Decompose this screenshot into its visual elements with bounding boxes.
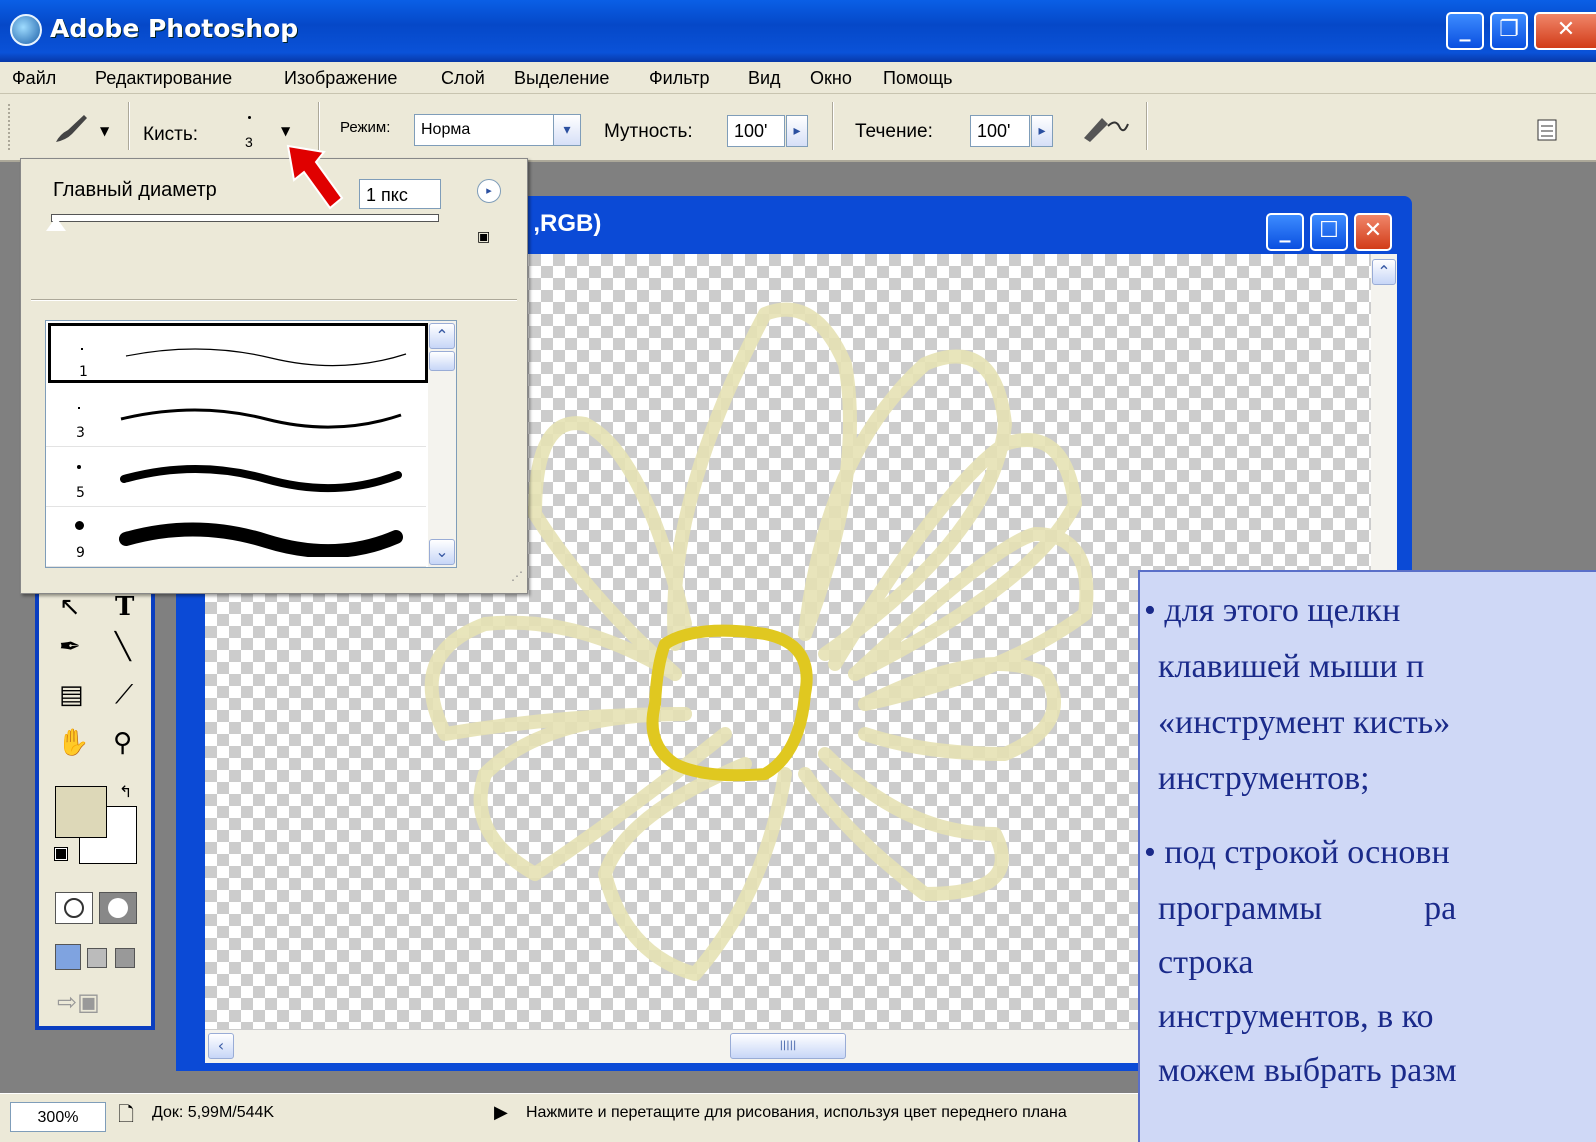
opacity-label: Мутность: xyxy=(604,121,693,142)
doc-minimize-button[interactable]: _ xyxy=(1266,213,1304,251)
swap-colors-icon[interactable]: ↰ xyxy=(119,782,132,801)
resize-grip-icon[interactable]: ⋰ xyxy=(511,569,523,583)
brush-preset-list: 1 3 5 9 ⌃ ⌄ xyxy=(45,320,457,568)
menu-image[interactable]: Изображение xyxy=(284,62,397,94)
brush-picker-arrow-icon[interactable]: ▼ xyxy=(281,124,290,138)
slide-line-2: клавишей мыши п xyxy=(1158,648,1425,685)
brush-tool-icon[interactable] xyxy=(50,112,90,146)
master-diameter-label: Главный диаметр xyxy=(53,179,217,201)
brush-preset-size: 5 xyxy=(76,485,85,501)
toolbox: ↖ T ✒ ╲ ▤ ⟋ ✋ ⚲ ↰ ⇨▣ xyxy=(35,560,155,1030)
foreground-color-swatch[interactable] xyxy=(55,786,107,838)
scroll-up-icon[interactable]: ⌃ xyxy=(1372,259,1396,285)
document-title: l ,RGB) xyxy=(520,210,602,237)
line-tool-icon[interactable]: ╲ xyxy=(115,632,131,662)
slide-line-9: можем выбрать разм xyxy=(1158,1052,1457,1089)
options-bar: ▼ Кисть: 3 ▼ Режим: Норма ▾ Мутность: 10… xyxy=(0,94,1596,162)
zoom-value: 300% xyxy=(37,1109,79,1126)
slide-line-1: • для этого щелкн xyxy=(1144,592,1401,629)
brush-preset-1[interactable]: 1 xyxy=(48,323,428,383)
chevron-down-icon[interactable]: ▼ xyxy=(100,124,109,138)
photoshop-app-icon xyxy=(10,14,42,46)
window-title: Adobe Photoshop xyxy=(50,14,299,43)
brush-preset-9[interactable]: 9 xyxy=(46,507,426,567)
popup-menu-icon[interactable]: ▸ xyxy=(477,179,501,203)
menu-select[interactable]: Выделение xyxy=(514,62,609,94)
slide-line-6: программы ра xyxy=(1158,890,1457,927)
zoom-tool-icon[interactable]: ⚲ xyxy=(113,728,132,758)
scroll-left-icon[interactable]: ‹ xyxy=(208,1033,234,1059)
slide-line-3: «инструмент кисть» xyxy=(1158,704,1451,741)
standard-mode-icon[interactable] xyxy=(55,892,93,924)
pen-tool-icon[interactable]: ✒ xyxy=(59,632,81,662)
zoom-field[interactable]: 300% xyxy=(10,1102,106,1132)
menu-edit[interactable]: Редактирование xyxy=(95,62,232,94)
opacity-field[interactable]: 100' xyxy=(727,115,785,147)
mode-value: Норма xyxy=(421,121,471,138)
minimize-button[interactable]: _ xyxy=(1446,12,1484,50)
eyedropper-tool-icon[interactable]: ⟋ xyxy=(115,680,133,711)
red-arrow-annotation xyxy=(286,144,344,210)
brush-preset-5[interactable]: 5 xyxy=(46,447,426,507)
menu-filter[interactable]: Фильтр xyxy=(649,62,709,94)
flow-arrow-icon[interactable]: ▸ xyxy=(1031,115,1053,147)
menu-bar: Файл Редактирование Изображение Слой Выд… xyxy=(0,62,1596,94)
slider-thumb[interactable] xyxy=(46,217,66,231)
jump-to-imageready-icon[interactable]: ⇨▣ xyxy=(57,988,137,1018)
diameter-slider[interactable] xyxy=(51,214,439,222)
restore-button[interactable]: ❐ xyxy=(1490,12,1528,50)
slide-line-4: инструментов; xyxy=(1158,760,1370,797)
doc-info: Док: 5,99M/544K xyxy=(152,1104,275,1121)
brush-label: Кисть: xyxy=(143,124,199,145)
diameter-value: 1 пкс xyxy=(366,185,408,205)
status-hint: Нажмите и перетащите для рисования, испо… xyxy=(526,1104,1067,1121)
airbrush-icon[interactable] xyxy=(1080,110,1130,144)
brush-scroll-down-icon[interactable]: ⌄ xyxy=(429,539,455,565)
opacity-value: 100' xyxy=(734,121,768,141)
close-button[interactable]: ✕ xyxy=(1534,12,1596,50)
scroll-thumb[interactable]: ||||| xyxy=(730,1033,846,1059)
brush-scroll-thumb[interactable] xyxy=(429,351,455,371)
menu-help[interactable]: Помощь xyxy=(883,62,953,94)
brush-preset-3[interactable]: 3 xyxy=(46,387,426,447)
menu-window[interactable]: Окно xyxy=(810,62,852,94)
menu-view[interactable]: Вид xyxy=(748,62,781,94)
screen-mode-standard-icon[interactable] xyxy=(55,944,81,970)
brush-list-scrollbar[interactable]: ⌃ ⌄ xyxy=(428,321,456,567)
brush-size: 3 xyxy=(245,134,253,150)
brush-preset-size: 3 xyxy=(76,425,85,441)
flow-label: Течение: xyxy=(855,121,933,142)
doc-close-button[interactable]: ✕ xyxy=(1354,213,1392,251)
status-menu-arrow-icon[interactable]: ▶ xyxy=(494,1102,508,1123)
save-brush-icon[interactable]: ▣ xyxy=(477,229,495,247)
document-icon: 🗋 xyxy=(118,1102,135,1126)
brush-preset-size: 9 xyxy=(76,545,85,561)
screen-mode-full-menu-icon[interactable] xyxy=(87,948,107,968)
hand-tool-icon[interactable]: ✋ xyxy=(57,728,89,758)
default-colors-icon[interactable] xyxy=(54,847,68,861)
slide-line-7: строка xyxy=(1158,944,1254,981)
mode-dropdown-icon[interactable]: ▾ xyxy=(553,114,581,146)
type-tool-icon[interactable]: T xyxy=(115,592,134,622)
brush-scroll-up-icon[interactable]: ⌃ xyxy=(429,323,455,349)
slide-line-8: инструментов, в ко xyxy=(1158,998,1434,1035)
diameter-field[interactable]: 1 пкс xyxy=(359,179,441,209)
flow-field[interactable]: 100' xyxy=(970,115,1030,147)
selection-tool-icon[interactable]: ↖ xyxy=(59,592,81,622)
brush-dot-icon xyxy=(248,116,251,119)
flow-value: 100' xyxy=(977,121,1011,141)
slide-line-5: • под строкой основн xyxy=(1144,834,1450,871)
screen-mode-full-icon[interactable] xyxy=(115,948,135,968)
opacity-arrow-icon[interactable]: ▸ xyxy=(786,115,808,147)
brush-preset-size: 1 xyxy=(79,364,88,380)
notes-tool-icon[interactable]: ▤ xyxy=(59,680,84,710)
menu-file[interactable]: Файл xyxy=(12,62,56,94)
doc-maximize-button[interactable]: ☐ xyxy=(1310,213,1348,251)
slide-text-box: • для этого щелкн клавишей мыши п «инстр… xyxy=(1138,570,1596,1142)
menu-layer[interactable]: Слой xyxy=(441,62,485,94)
mode-label: Режим: xyxy=(340,119,391,136)
palette-well-icon[interactable] xyxy=(1536,118,1560,142)
quick-mask-icon[interactable] xyxy=(99,892,137,924)
